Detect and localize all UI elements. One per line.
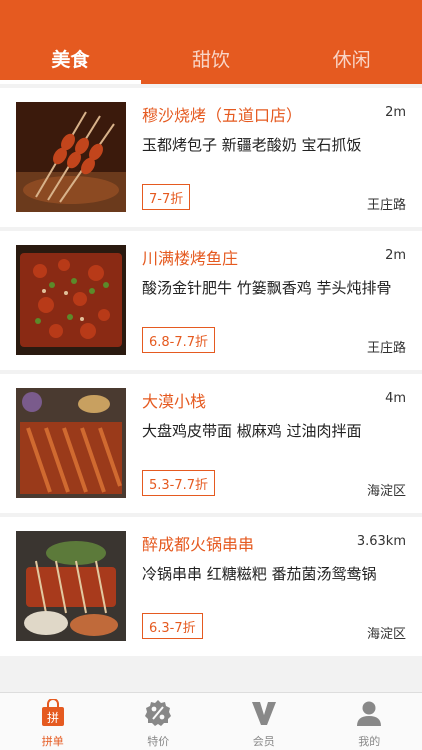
nav-profile[interactable]: 我的 — [317, 693, 422, 750]
nav-specials[interactable]: 特价 — [106, 693, 212, 750]
nav-membership-label: 会员 — [252, 735, 275, 748]
restaurant-distance: 3.63km — [356, 534, 406, 549]
hotpot-skewers-photo — [16, 531, 126, 641]
restaurant-list[interactable]: 穆沙烧烤（五道口店） 2m 玉都烤包子 新疆老酸奶 宝石抓饭 7-7折 王庄路 — [0, 88, 422, 692]
shopping-bag-icon: 拼 — [39, 699, 67, 727]
nav-group-order[interactable]: 拼 拼单 — [0, 693, 106, 750]
restaurant-distance: 4m — [385, 391, 406, 406]
restaurant-card[interactable]: 大漠小栈 4m 大盘鸡皮带面 椒麻鸡 过油肉拌面 5.3-7.7折 海淀区 — [0, 374, 422, 513]
category-tab-bar: 美食 甜饮 休闲 — [0, 0, 422, 84]
restaurant-dishes: 冷锅串串 红糖糍粑 番茄菌汤鸳鸯锅 — [142, 565, 377, 583]
restaurant-area: 王庄路 — [366, 198, 406, 213]
discount-badge: 5.3-7.7折 — [142, 470, 216, 496]
restaurant-dishes: 玉都烤包子 新疆老酸奶 宝石抓饭 — [142, 136, 362, 154]
tab-food[interactable]: 美食 — [0, 32, 141, 84]
restaurant-area: 海淀区 — [366, 627, 406, 642]
nav-group-order-label: 拼单 — [41, 735, 64, 748]
percent-badge-icon — [144, 699, 172, 727]
nav-specials-label: 特价 — [147, 735, 170, 748]
discount-badge: 6.8-7.7折 — [142, 327, 216, 353]
discount-badge: 7-7折 — [142, 184, 191, 210]
tab-food-label: 美食 — [51, 48, 90, 71]
tab-leisure[interactable]: 休闲 — [281, 32, 422, 84]
grilled-fish-photo — [16, 245, 126, 355]
restaurant-name: 大漠小栈 — [142, 392, 207, 411]
tab-sweet-drinks-label: 甜饮 — [192, 48, 231, 71]
bbq-ribs-photo — [16, 388, 126, 498]
restaurant-name: 醉成都火锅串串 — [142, 535, 255, 554]
restaurant-area: 海淀区 — [366, 484, 406, 499]
skewers-photo — [16, 102, 126, 212]
restaurant-name: 穆沙烧烤（五道口店） — [142, 106, 303, 125]
user-icon — [355, 699, 383, 727]
discount-badge: 6.3-7折 — [142, 613, 203, 639]
tab-sweet-drinks[interactable]: 甜饮 — [141, 32, 282, 84]
restaurant-distance: 2m — [385, 105, 406, 120]
tab-leisure-label: 休闲 — [332, 48, 371, 71]
restaurant-name: 川满楼烤鱼庄 — [142, 249, 239, 268]
nav-membership[interactable]: 会员 — [211, 693, 317, 750]
restaurant-distance: 2m — [385, 248, 406, 263]
restaurant-card[interactable]: 川满楼烤鱼庄 2m 酸汤金针肥牛 竹篓飘香鸡 芋头炖排骨 6.8-7.7折 王庄… — [0, 231, 422, 370]
restaurant-dishes: 大盘鸡皮带面 椒麻鸡 过油肉拌面 — [142, 422, 362, 440]
restaurant-area: 王庄路 — [366, 341, 406, 356]
bottom-navigation: 拼 拼单 特价 会员 我的 — [0, 692, 422, 750]
vip-v-icon — [250, 699, 278, 727]
restaurant-card[interactable]: 醉成都火锅串串 3.63km 冷锅串串 红糖糍粑 番茄菌汤鸳鸯锅 6.3-7折 … — [0, 517, 422, 656]
nav-profile-label: 我的 — [358, 735, 381, 748]
restaurant-dishes: 酸汤金针肥牛 竹篓飘香鸡 芋头炖排骨 — [142, 279, 392, 297]
svg-text:拼: 拼 — [47, 711, 59, 725]
restaurant-card[interactable]: 穆沙烧烤（五道口店） 2m 玉都烤包子 新疆老酸奶 宝石抓饭 7-7折 王庄路 — [0, 88, 422, 227]
